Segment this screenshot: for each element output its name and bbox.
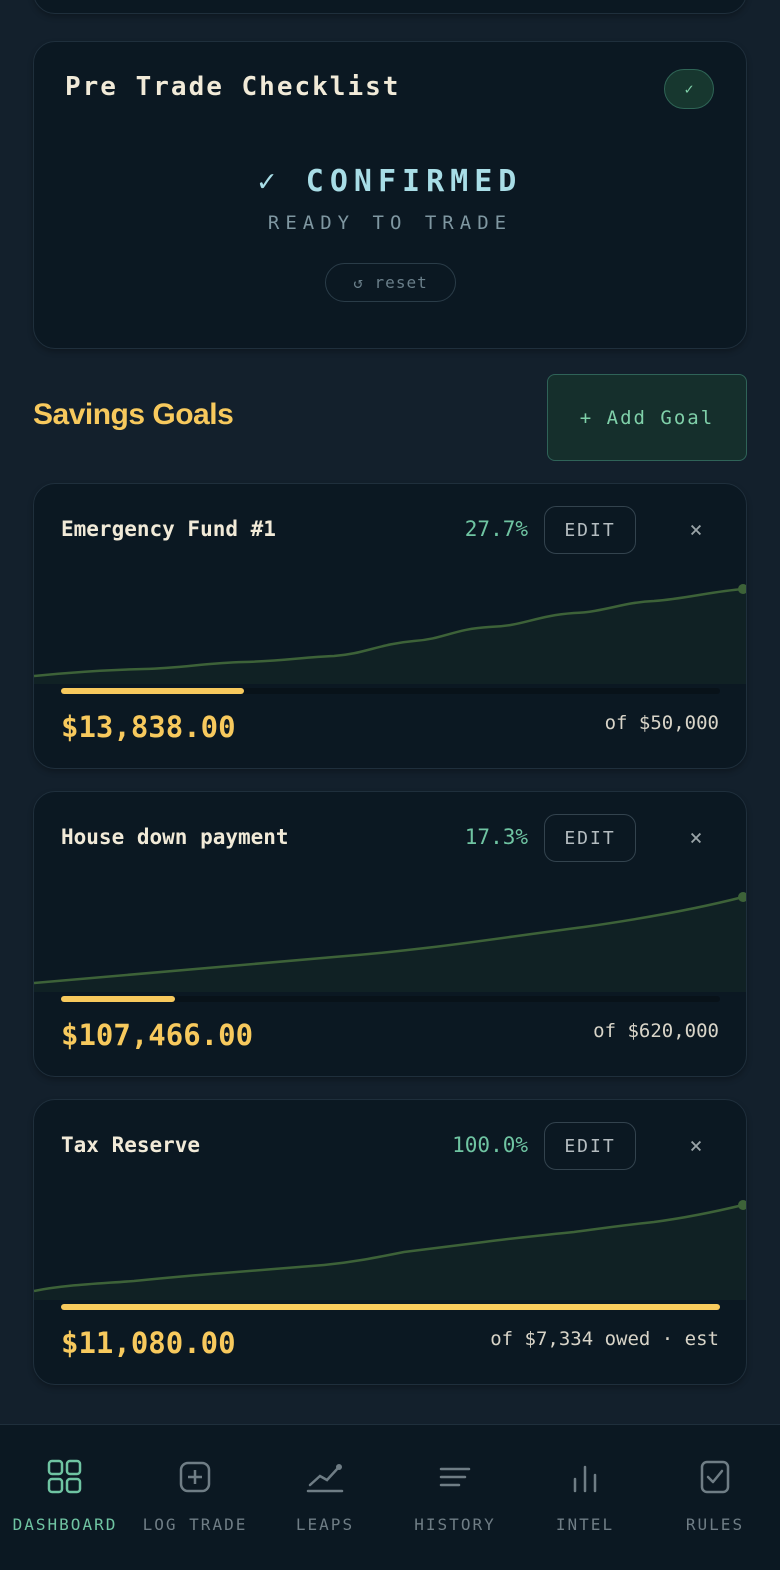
goal-amount: $13,838.00 xyxy=(61,710,236,744)
plus-square-icon xyxy=(179,1461,211,1493)
previous-card xyxy=(33,0,747,14)
reset-button[interactable]: ↺ reset xyxy=(325,263,456,302)
clipboard-check-icon xyxy=(700,1460,730,1494)
goal-progress-fill xyxy=(61,996,175,1002)
goal-sparkline xyxy=(34,892,746,992)
goal-progress-fill xyxy=(61,688,244,694)
goal-amount: $11,080.00 xyxy=(61,1326,236,1360)
nav-item-rules[interactable]: RULES xyxy=(650,1425,780,1570)
nav-label: LOG TRADE xyxy=(142,1515,248,1534)
nav-item-leaps[interactable]: LEAPS xyxy=(260,1425,390,1570)
goal-progress-track xyxy=(61,688,720,694)
nav-label: DASHBOARD xyxy=(12,1515,118,1534)
close-icon[interactable]: × xyxy=(683,822,709,854)
bottom-nav: DASHBOARD LOG TRADE LEAPS HISTORY INTEL … xyxy=(0,1424,780,1570)
close-icon[interactable]: × xyxy=(683,514,709,546)
edit-goal-button[interactable]: EDIT xyxy=(544,814,636,862)
goal-card: Tax Reserve 100.0% EDIT × $11,080.00 of … xyxy=(33,1099,747,1385)
goal-percent: 17.3% xyxy=(464,825,528,849)
goal-sparkline xyxy=(34,1200,746,1300)
edit-goal-button[interactable]: EDIT xyxy=(544,1122,636,1170)
goal-percent: 27.7% xyxy=(464,517,528,541)
goal-target: of $620,000 xyxy=(593,1020,719,1042)
trend-line-icon xyxy=(306,1464,344,1493)
nav-item-intel[interactable]: INTEL xyxy=(520,1425,650,1570)
checklist-check-badge[interactable]: ✓ xyxy=(664,69,714,109)
goal-progress-track xyxy=(61,1304,720,1310)
nav-item-dashboard[interactable]: DASHBOARD xyxy=(0,1425,130,1570)
pre-trade-checklist-card: Pre Trade Checklist ✓ ✓ CONFIRMED READY … xyxy=(33,41,747,349)
grid-icon xyxy=(47,1459,82,1494)
savings-goals-title: Savings Goals xyxy=(33,398,234,431)
goal-card: Emergency Fund #1 27.7% EDIT × $13,838.0… xyxy=(33,483,747,769)
edit-goal-button[interactable]: EDIT xyxy=(544,506,636,554)
checklist-status: ✓ CONFIRMED xyxy=(257,164,523,199)
goal-target: of $50,000 xyxy=(604,712,719,734)
goal-progress-fill xyxy=(61,1304,720,1310)
goal-card: House down payment 17.3% EDIT × $107,466… xyxy=(33,791,747,1077)
nav-label: LEAPS xyxy=(295,1515,355,1534)
goal-name: Tax Reserve xyxy=(61,1133,201,1157)
bar-chart-icon xyxy=(573,1465,597,1493)
nav-item-log-trade[interactable]: LOG TRADE xyxy=(130,1425,260,1570)
goal-percent: 100.0% xyxy=(452,1133,528,1157)
nav-label: RULES xyxy=(685,1515,745,1534)
add-goal-button[interactable]: + Add Goal xyxy=(547,374,747,461)
checklist-substatus: READY TO TRADE xyxy=(267,212,513,234)
goal-sparkline xyxy=(34,584,746,684)
nav-label: INTEL xyxy=(555,1515,615,1534)
goal-name: House down payment xyxy=(61,825,289,849)
nav-item-history[interactable]: HISTORY xyxy=(390,1425,520,1570)
lines-icon xyxy=(439,1467,471,1487)
goal-name: Emergency Fund #1 xyxy=(61,517,276,541)
close-icon[interactable]: × xyxy=(683,1130,709,1162)
goal-target: of $7,334 owed · est xyxy=(490,1328,719,1350)
goal-progress-track xyxy=(61,996,720,1002)
checklist-title: Pre Trade Checklist xyxy=(65,72,401,102)
nav-label: HISTORY xyxy=(414,1515,496,1534)
goal-amount: $107,466.00 xyxy=(61,1018,254,1052)
